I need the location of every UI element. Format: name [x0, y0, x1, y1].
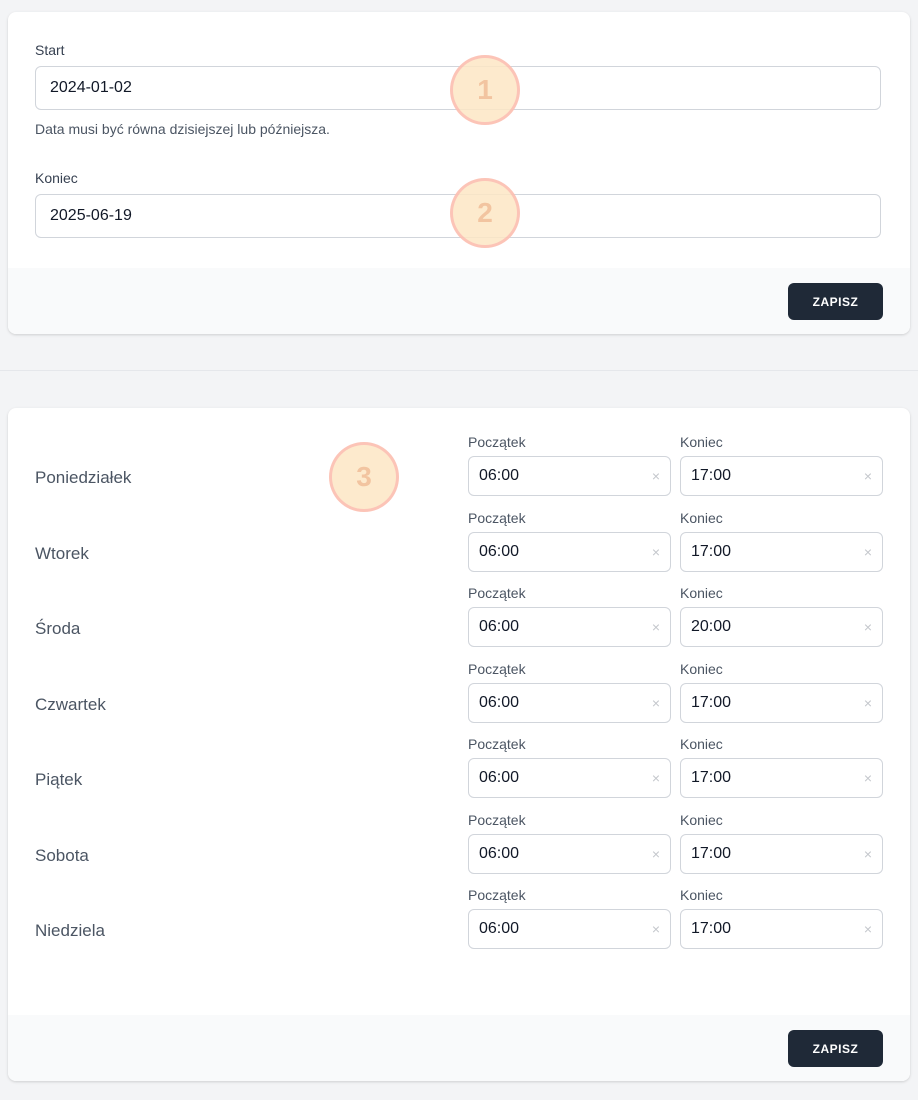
step-badge-1: 1	[450, 55, 520, 125]
start-time-value: 06:00	[479, 467, 520, 484]
day-name: Wtorek	[35, 543, 89, 563]
start-time-label: Początek	[468, 509, 526, 526]
day-name: Czwartek	[35, 694, 106, 714]
start-time-input[interactable]: 06:00 ×	[468, 833, 671, 874]
day-name: Poniedziałek	[35, 468, 132, 487]
start-time-value: 06:00	[479, 542, 520, 560]
start-time-label: Początek	[468, 887, 526, 903]
start-time-input[interactable]: 06:00 ×	[468, 909, 671, 949]
day-row: Niedziela Początek Koniec 06:00 × 17:00 ×	[8, 887, 910, 963]
day-row: Poniedziałek Początek Koniec 06:00 × 17:00 ×	[8, 434, 910, 510]
start-time-input[interactable]: 06:00 ×	[468, 758, 671, 798]
day-row: Piątek Początek Koniec 06:00 × 17:00 ×	[8, 736, 910, 812]
start-time-value: 06:00	[479, 618, 520, 635]
clear-icon[interactable]: ×	[652, 846, 660, 862]
clear-icon[interactable]: ×	[864, 468, 872, 484]
start-time-label: Początek	[468, 811, 526, 828]
end-time-label: Koniec	[680, 887, 723, 903]
start-time-input[interactable]: 06:00 ×	[468, 607, 671, 647]
end-time-input[interactable]: 17:00 ×	[680, 682, 883, 723]
end-time-value: 17:00	[691, 920, 732, 937]
save-hours-button[interactable]: ZAPISZ	[788, 1030, 883, 1067]
start-time-label: Początek	[468, 736, 526, 752]
day-name: Niedziela	[35, 921, 105, 940]
start-time-value: 06:00	[479, 769, 520, 786]
start-time-label: Początek	[468, 660, 526, 677]
end-label: Koniec	[35, 170, 78, 186]
step-badge-3: 3	[329, 442, 399, 512]
start-time-value: 06:00	[479, 920, 520, 937]
day-name: Środa	[35, 619, 81, 638]
start-time-input[interactable]: 06:00 ×	[468, 531, 671, 572]
end-time-input[interactable]: 20:00 ×	[680, 607, 883, 647]
clear-icon[interactable]: ×	[652, 544, 660, 560]
start-label: Start	[35, 42, 65, 58]
start-time-value: 06:00	[479, 693, 520, 711]
clear-icon[interactable]: ×	[864, 921, 872, 937]
hours-card-footer: ZAPISZ	[8, 1015, 910, 1081]
day-row: Środa Początek Koniec 06:00 × 20:00 ×	[8, 585, 910, 661]
clear-icon[interactable]: ×	[864, 770, 872, 786]
start-time-value: 06:00	[479, 844, 520, 862]
date-card-footer: ZAPISZ	[8, 268, 910, 334]
end-time-value: 20:00	[691, 618, 732, 635]
end-time-value: 17:00	[691, 467, 732, 484]
end-time-label: Koniec	[680, 736, 723, 752]
end-time-label: Koniec	[680, 585, 723, 601]
clear-icon[interactable]: ×	[864, 619, 872, 635]
clear-icon[interactable]: ×	[652, 921, 660, 937]
start-time-input[interactable]: 06:00 ×	[468, 456, 671, 496]
save-dates-button[interactable]: ZAPISZ	[788, 283, 883, 320]
clear-icon[interactable]: ×	[864, 846, 872, 862]
end-time-input[interactable]: 17:00 ×	[680, 758, 883, 798]
clear-icon[interactable]: ×	[652, 695, 660, 711]
start-time-label: Początek	[468, 585, 526, 601]
section-divider	[0, 370, 918, 371]
day-name: Sobota	[35, 845, 89, 865]
step-badge-2: 2	[450, 178, 520, 248]
end-time-label: Koniec	[680, 660, 723, 677]
end-time-label: Koniec	[680, 434, 723, 450]
start-time-label: Początek	[468, 434, 526, 450]
working-hours-card: Poniedziałek Początek Koniec 06:00 × 17:00 × Wt…	[8, 408, 910, 1081]
end-time-label: Koniec	[680, 509, 723, 526]
end-time-value: 17:00	[691, 542, 732, 560]
end-time-input[interactable]: 17:00 ×	[680, 531, 883, 572]
clear-icon[interactable]: ×	[864, 544, 872, 560]
end-time-value: 17:00	[691, 844, 732, 862]
end-time-input[interactable]: 17:00 ×	[680, 833, 883, 874]
end-time-value: 17:00	[691, 693, 732, 711]
day-row: Czwartek Początek Koniec 06:00 × 17:00 ×	[8, 661, 910, 737]
end-time-input[interactable]: 17:00 ×	[680, 909, 883, 949]
start-time-input[interactable]: 06:00 ×	[468, 682, 671, 723]
start-date-hint: Data musi być równa dzisiejszej lub późn…	[35, 121, 330, 137]
end-time-label: Koniec	[680, 811, 723, 828]
clear-icon[interactable]: ×	[652, 770, 660, 786]
day-row: Sobota Początek Koniec 06:00 × 17:00 ×	[8, 812, 910, 888]
day-name: Piątek	[35, 770, 83, 789]
end-time-value: 17:00	[691, 769, 732, 786]
clear-icon[interactable]: ×	[652, 619, 660, 635]
day-row: Wtorek Początek Koniec 06:00 × 17:00 ×	[8, 510, 910, 586]
clear-icon[interactable]: ×	[652, 468, 660, 484]
end-time-input[interactable]: 17:00 ×	[680, 456, 883, 496]
date-range-card: Start 2024-01-02 Data musi być równa dzi…	[8, 12, 910, 334]
clear-icon[interactable]: ×	[864, 695, 872, 711]
